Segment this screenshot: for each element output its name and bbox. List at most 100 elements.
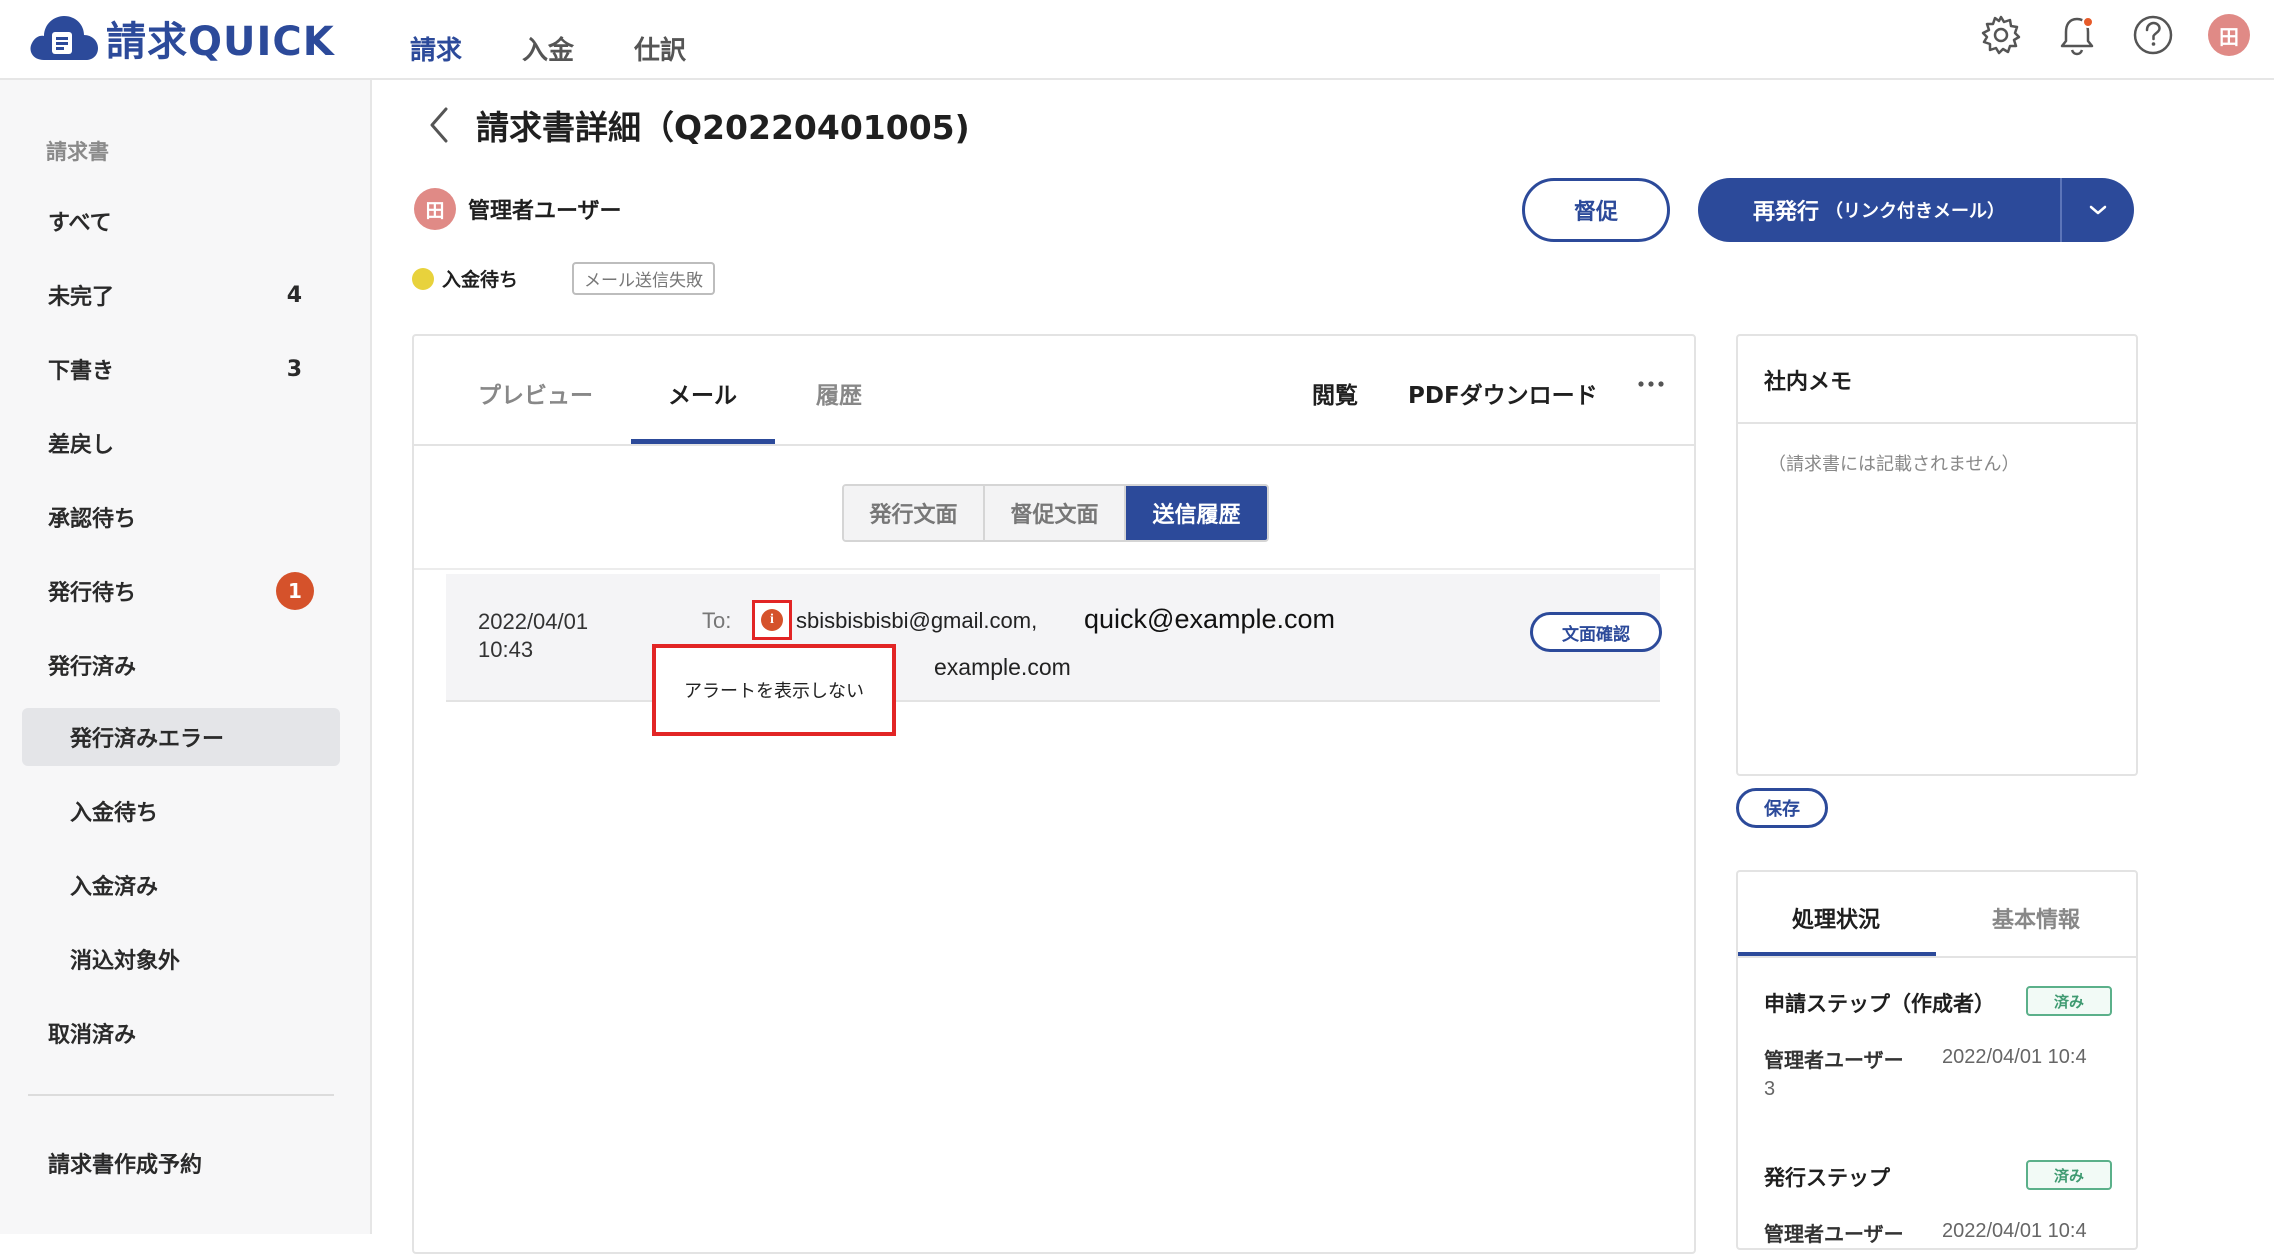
sidebar-item-incomplete[interactable]: 未完了 4 <box>22 266 340 324</box>
help-icon[interactable] <box>2130 12 2176 58</box>
user-avatar[interactable]: 田 <box>2206 12 2252 58</box>
sidebar-item-label: 発行済み <box>48 655 137 680</box>
sidebar-item-label: 入金済み <box>70 875 159 900</box>
tab-basic-info[interactable]: 基本情報 <box>1992 902 2080 934</box>
chevron-left-icon[interactable] <box>418 100 458 150</box>
info-icon: i <box>761 609 783 631</box>
nav-payment[interactable]: 入金 <box>522 22 574 67</box>
step-user: 管理者ユーザー <box>1764 1048 1904 1072</box>
sidebar-item-excluded[interactable]: 消込対象外 <box>22 930 340 988</box>
step-time: 2022/04/01 10:4 <box>1942 1046 2087 1068</box>
segment-remind-text[interactable]: 督促文面 <box>985 486 1126 540</box>
save-button[interactable]: 保存 <box>1736 788 1828 828</box>
status-badge: メール送信失敗 <box>572 262 716 295</box>
avatar: 田 <box>2208 14 2250 56</box>
sidebar-item-label: 承認待ち <box>48 507 137 532</box>
sidebar-item-label: 消込対象外 <box>70 949 181 974</box>
top-icons: 田 <box>1948 12 2252 58</box>
sidebar-item-scheduled[interactable]: 請求書作成予約 <box>22 1134 340 1192</box>
sidebar-item-label: 発行済みエラー <box>70 727 225 752</box>
reissue-label: 再発行 <box>1752 200 1819 225</box>
status-badge: 済み <box>2026 986 2112 1016</box>
reissue-button-group: 再発行 （リンク付きメール） <box>1698 178 2134 242</box>
memo-textarea[interactable]: （請求書には記載されません） <box>1768 450 2019 476</box>
mail-segment-control: 発行文面 督促文面 送信履歴 <box>842 484 1269 542</box>
reissue-button[interactable]: 再発行 （リンク付きメール） <box>1698 178 2060 242</box>
send-datetime: 2022/04/01 10:43 <box>478 608 588 664</box>
sidebar-heading: 請求書 <box>46 140 109 164</box>
sidebar-item-label: 下書き <box>48 359 115 384</box>
recipient-email-1: sbisbisbisbi@gmail.com, <box>796 608 1038 633</box>
invoice-detail-card: プレビュー メール 履歴 閲覧 PDFダウンロード 発行文面 督促文面 送信履歴… <box>412 334 1696 1254</box>
sidebar-item-issued-error[interactable]: 発行済みエラー <box>22 708 340 766</box>
to-label: To: <box>702 608 732 633</box>
sidebar-item-issued[interactable]: 発行済み <box>22 636 340 694</box>
view-link[interactable]: 閲覧 <box>1312 376 1358 410</box>
send-time: 10:43 <box>478 637 534 662</box>
gear-icon[interactable] <box>1978 12 2024 58</box>
recipient-email-1-text: sbisbisbisbi@gmail.com <box>796 608 1032 633</box>
sidebar-item-returned[interactable]: 差戻し <box>22 414 340 472</box>
internal-memo-panel: 社内メモ （請求書には記載されません） <box>1736 334 2138 776</box>
nav-journal[interactable]: 仕訳 <box>634 22 686 67</box>
memo-title: 社内メモ <box>1764 370 1853 395</box>
tab-mail[interactable]: メール <box>668 376 737 410</box>
app-logo[interactable]: 請求QUICK <box>26 8 335 68</box>
sidebar-item-label: 入金待ち <box>70 801 159 826</box>
sidebar-item-count: 4 <box>286 282 302 308</box>
notification-dot <box>2082 16 2094 28</box>
sidebar-item-count: 3 <box>286 356 302 382</box>
sidebar-item-label: 請求書作成予約 <box>48 1153 203 1178</box>
step-time-wrap: 3 <box>1764 1078 1776 1100</box>
sidebar-item-label: 未完了 <box>48 285 115 310</box>
sidebar-item-label: 発行待ち <box>48 581 137 606</box>
hide-alert-menu-item[interactable]: アラートを表示しない <box>652 644 896 736</box>
recipient-email-3: example.com <box>934 654 1071 680</box>
alert-icon-highlight[interactable]: i <box>752 600 792 640</box>
reissue-dropdown-button[interactable] <box>2060 178 2134 242</box>
segment-send-history[interactable]: 送信履歴 <box>1126 486 1267 540</box>
sidebar-item-all[interactable]: すべて <box>22 192 340 250</box>
status-badge: 済み <box>2026 1160 2112 1190</box>
step-user: 管理者ユーザー <box>1764 1222 1904 1246</box>
page-title: 請求書詳細（Q20220401005) <box>476 108 970 147</box>
tab-history[interactable]: 履歴 <box>816 376 862 410</box>
more-icon[interactable] <box>1636 374 1666 394</box>
step-title: 申請ステップ（作成者） <box>1764 992 1995 1016</box>
sidebar-item-badge: 1 <box>276 572 314 610</box>
bell-icon[interactable] <box>2054 12 2100 58</box>
top-nav: 請求 入金 仕訳 <box>410 22 746 67</box>
page-header: 請求書詳細（Q20220401005) <box>418 100 970 150</box>
view-content-button[interactable]: 文面確認 <box>1530 612 1662 652</box>
sidebar-divider <box>28 1094 334 1096</box>
nav-billing[interactable]: 請求 <box>410 22 462 67</box>
active-tab-indicator <box>631 439 775 444</box>
divider <box>1738 422 2136 424</box>
pdf-download-link[interactable]: PDFダウンロード <box>1408 376 1598 410</box>
tab-preview[interactable]: プレビュー <box>478 376 593 410</box>
sidebar-item-awaiting-issue[interactable]: 発行待ち 1 <box>22 562 340 620</box>
sidebar-item-awaiting-payment[interactable]: 入金待ち <box>22 782 340 840</box>
avatar: 田 <box>414 188 456 230</box>
logo-text: 請求QUICK <box>106 19 335 65</box>
owner-row: 田 管理者ユーザー <box>414 188 622 230</box>
divider <box>414 568 1694 570</box>
reissue-sublabel: （リンク付きメール） <box>1825 201 2005 222</box>
sidebar-item-awaiting-approval[interactable]: 承認待ち <box>22 488 340 546</box>
sidebar-item-paid[interactable]: 入金済み <box>22 856 340 914</box>
cloud-logo-icon <box>26 10 100 66</box>
sidebar-item-label: 差戻し <box>48 433 115 458</box>
sidebar-item-draft[interactable]: 下書き 3 <box>22 340 340 398</box>
sidebar-item-label: 取消済み <box>48 1023 137 1048</box>
status-text: 入金待ち <box>442 269 519 291</box>
status-row: 入金待ち メール送信失敗 <box>412 262 716 295</box>
top-bar: 請求QUICK 請求 入金 仕訳 田 <box>0 0 2274 80</box>
recipient-email-2: quick@example.com <box>1084 604 1336 634</box>
tab-process-status[interactable]: 処理状況 <box>1792 902 1880 934</box>
sidebar: 請求書 すべて 未完了 4 下書き 3 差戻し 承認待ち 発行待ち 1 発行済み 発行… <box>0 80 372 1234</box>
segment-issue-text[interactable]: 発行文面 <box>844 486 985 540</box>
sidebar-item-cancelled[interactable]: 取消済み <box>22 1004 340 1062</box>
owner-name: 管理者ユーザー <box>468 199 622 224</box>
remind-button[interactable]: 督促 <box>1522 178 1670 242</box>
detail-tabs: プレビュー メール 履歴 閲覧 PDFダウンロード <box>414 336 1694 446</box>
